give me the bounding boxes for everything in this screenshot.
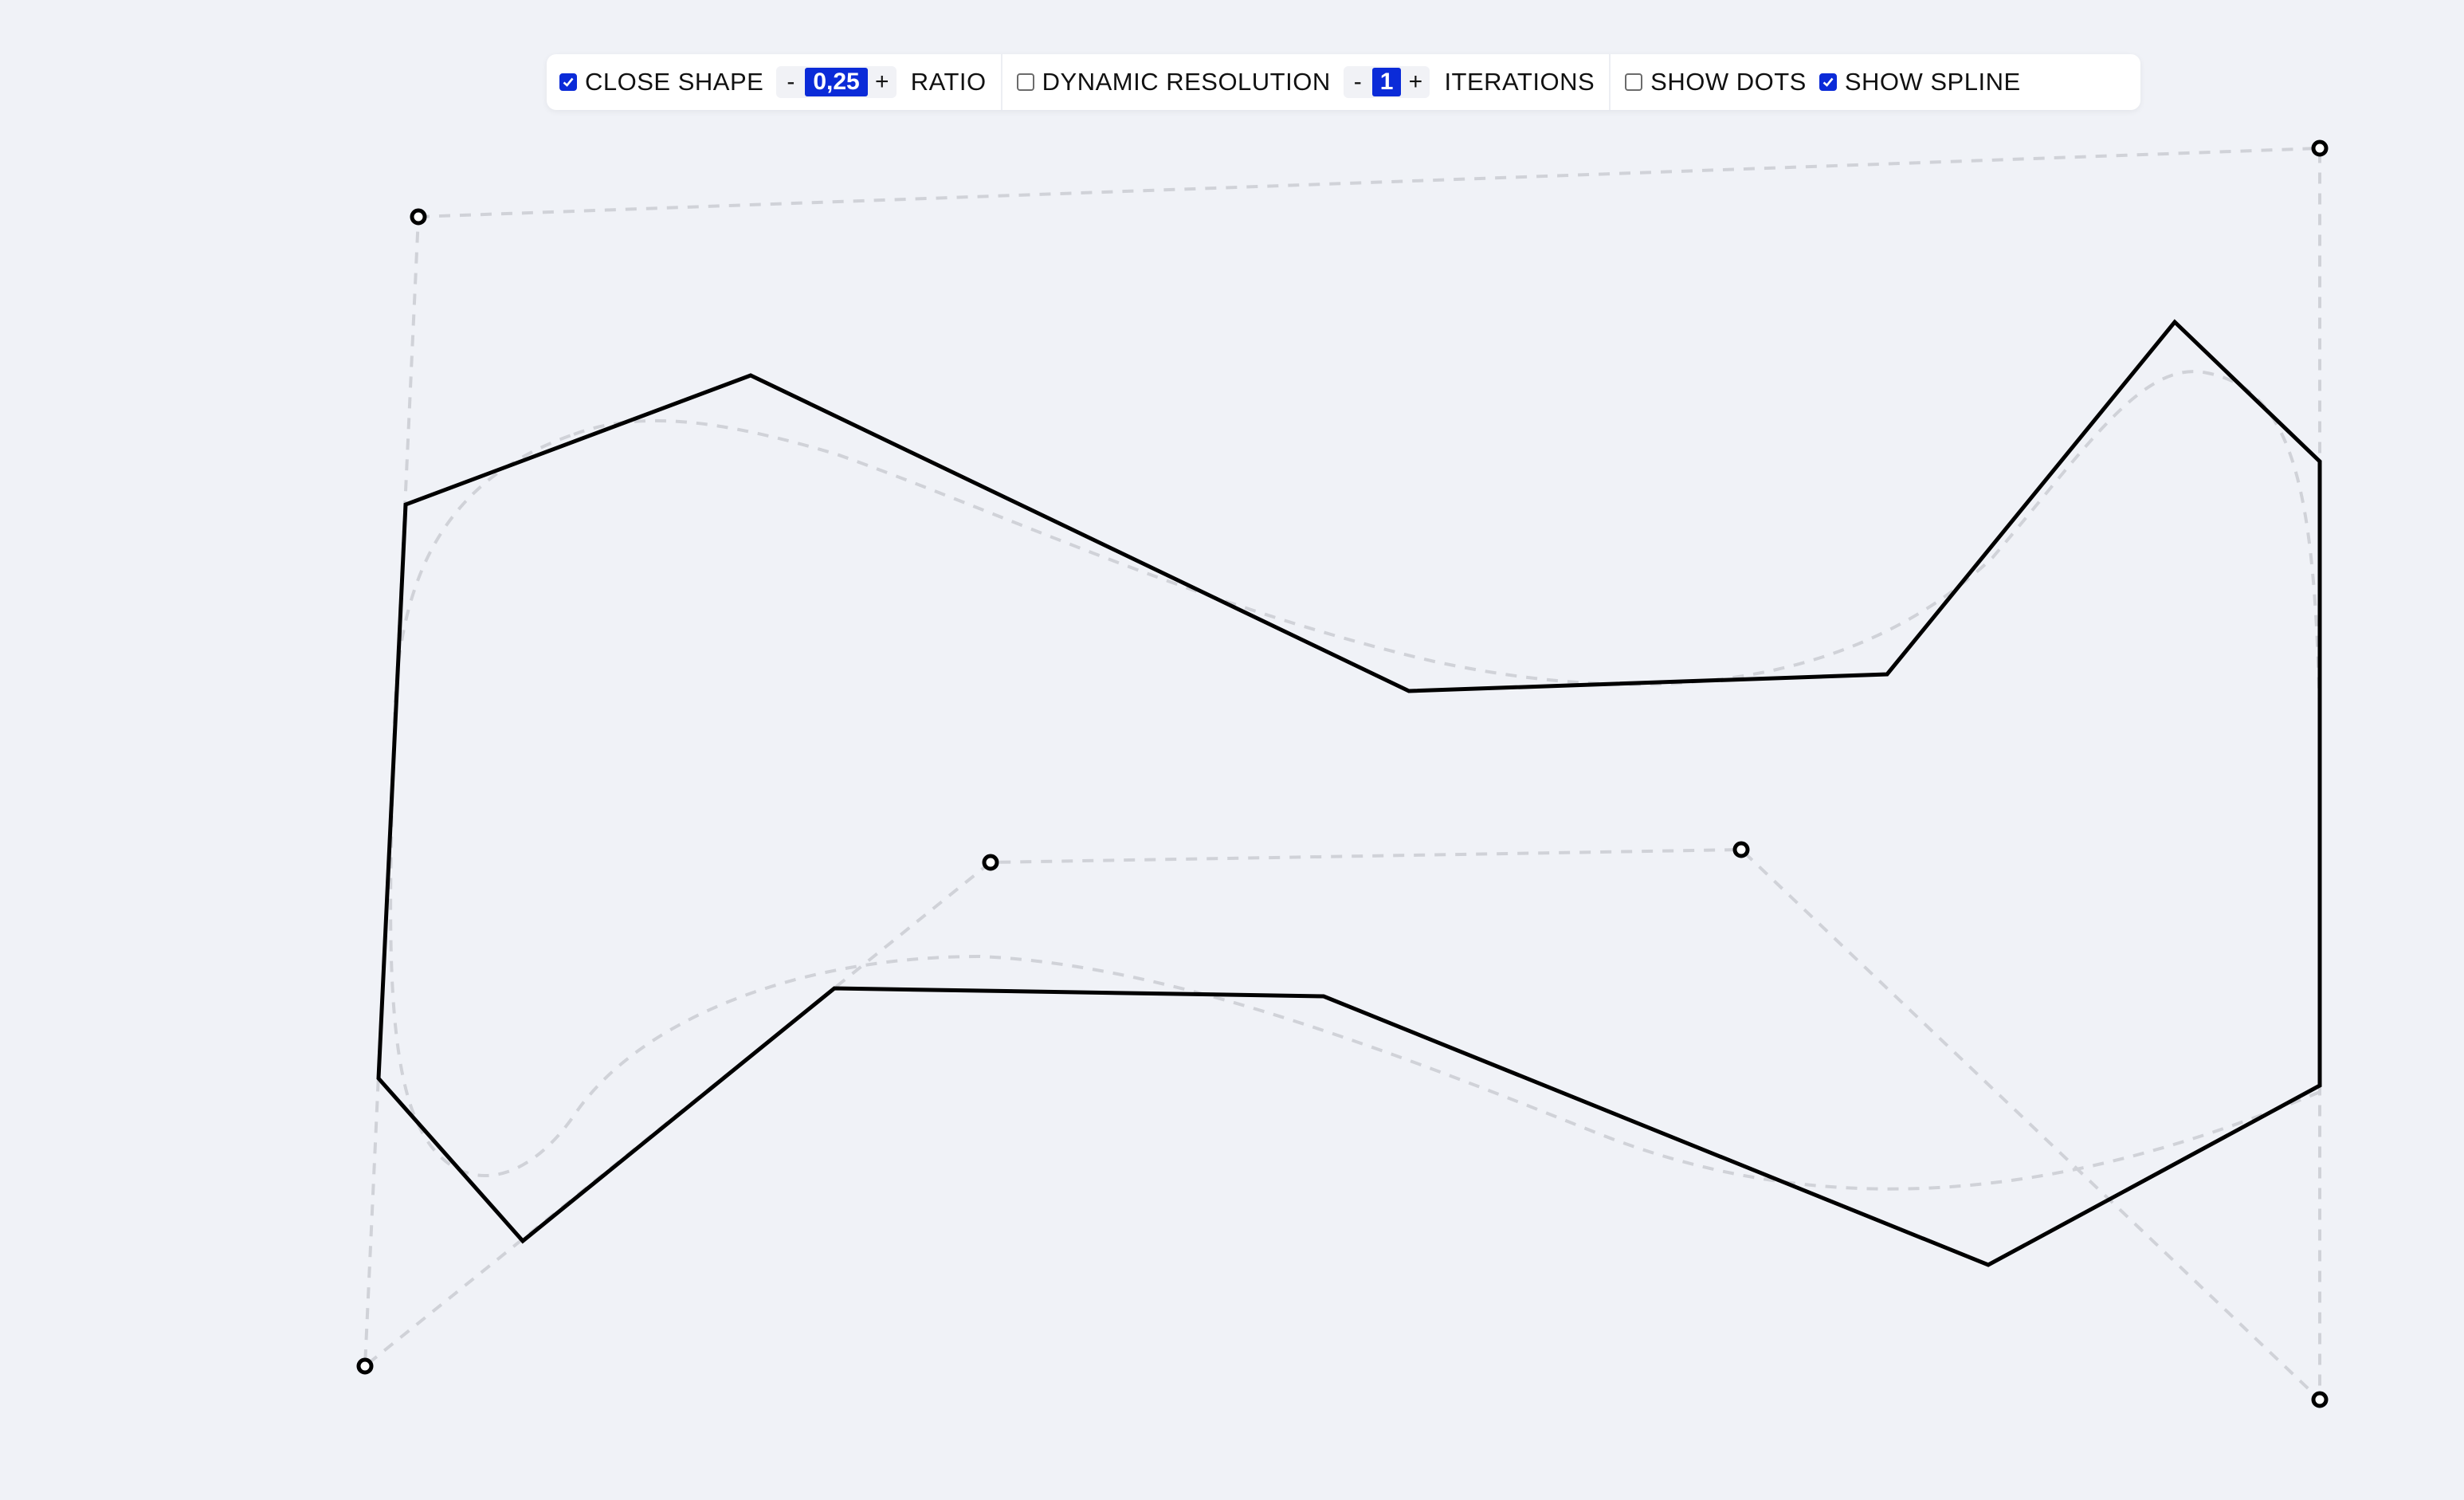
checkbox-unchecked-icon xyxy=(1625,73,1643,91)
control-point-handle[interactable] xyxy=(982,854,999,871)
dynamic-resolution-group: DYNAMIC RESOLUTION - 1 + ITERATIONS xyxy=(1000,54,1610,110)
close-shape-checkbox[interactable]: CLOSE SHAPE xyxy=(559,68,763,96)
control-polygon xyxy=(363,146,2321,1404)
ratio-value[interactable]: 0,25 xyxy=(805,68,868,96)
iterations-label: ITERATIONS xyxy=(1444,68,1595,96)
dynamic-resolution-label: DYNAMIC RESOLUTION xyxy=(1042,68,1331,96)
ratio-increment-button[interactable]: + xyxy=(871,66,893,98)
show-spline-checkbox[interactable]: SHOW SPLINE xyxy=(1819,68,2021,96)
canvas-stage[interactable]: CLOSE SHAPE - 0,25 + RATIO DYNAMIC RESOL… xyxy=(0,0,2464,1500)
control-point-handle[interactable] xyxy=(1732,841,1750,858)
iterations-decrement-button[interactable]: - xyxy=(1347,66,1369,98)
show-dots-checkbox[interactable]: SHOW DOTS xyxy=(1625,68,1807,96)
checkbox-unchecked-icon xyxy=(1016,73,1034,91)
toolbar: CLOSE SHAPE - 0,25 + RATIO DYNAMIC RESOL… xyxy=(547,54,2140,110)
ratio-stepper: - 0,25 + xyxy=(776,66,897,98)
checkbox-checked-icon xyxy=(559,73,577,91)
dynamic-resolution-checkbox[interactable]: DYNAMIC RESOLUTION xyxy=(1016,68,1331,96)
close-shape-group: CLOSE SHAPE - 0,25 + RATIO xyxy=(558,54,1001,110)
spline-curve xyxy=(389,370,2321,1191)
checkbox-checked-icon xyxy=(1819,73,1837,91)
ratio-decrement-button[interactable]: - xyxy=(779,66,802,98)
ratio-label: RATIO xyxy=(910,68,987,96)
display-options-group: SHOW DOTS SHOW SPLINE xyxy=(1609,54,2035,110)
show-dots-label: SHOW DOTS xyxy=(1650,68,1807,96)
iterations-value[interactable]: 1 xyxy=(1371,68,1402,96)
show-spline-label: SHOW SPLINE xyxy=(1844,68,2021,96)
control-point-handle[interactable] xyxy=(2311,139,2329,157)
iterations-increment-button[interactable]: + xyxy=(1404,66,1426,98)
iterations-stepper: - 1 + xyxy=(1343,66,1430,98)
shape-canvas[interactable] xyxy=(0,0,2464,1500)
subdivided-shape xyxy=(376,319,2322,1267)
control-point-handle[interactable] xyxy=(356,1357,374,1375)
control-point-handle[interactable] xyxy=(410,208,427,226)
close-shape-label: CLOSE SHAPE xyxy=(585,68,764,96)
control-point-handle[interactable] xyxy=(2311,1391,2329,1408)
